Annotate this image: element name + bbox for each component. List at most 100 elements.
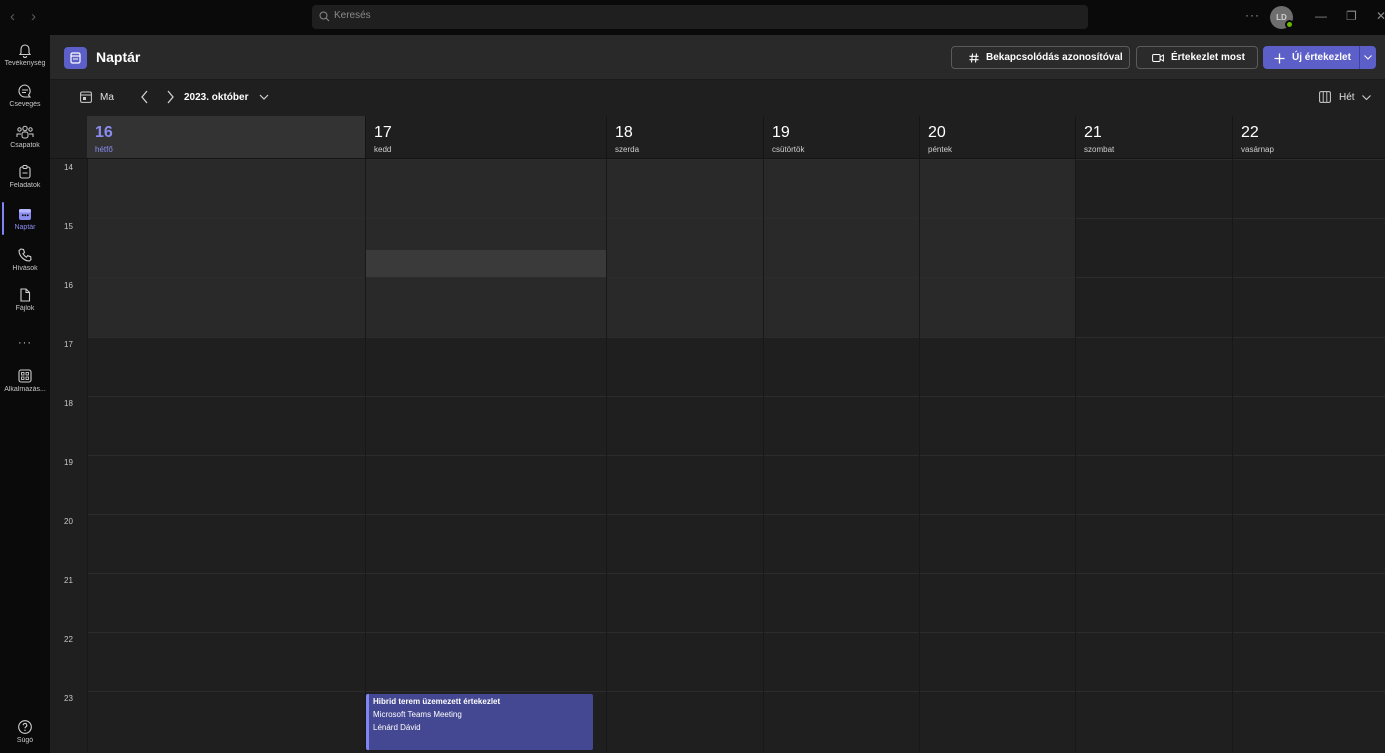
rail-item-label: Feladatok — [9, 182, 41, 189]
help-icon — [18, 720, 32, 734]
apps-icon — [18, 369, 32, 383]
month-label[interactable]: 2023. október — [184, 92, 248, 103]
hour-label: 16 — [64, 281, 73, 290]
restore-icon[interactable]: ❐ — [1346, 9, 1357, 23]
day-number: 22 — [1241, 124, 1259, 141]
day-name: vasárnap — [1241, 145, 1274, 154]
working-hours-block — [87, 159, 1076, 337]
day-name: szombat — [1084, 145, 1115, 154]
meet-now-button[interactable]: Értekezlet most — [1136, 46, 1258, 69]
rail-item-chat[interactable]: Csevegés — [0, 83, 50, 123]
meet-now-label: Értekezlet most — [1171, 52, 1245, 63]
day-header-friday[interactable]: 20 péntek — [920, 116, 1076, 159]
day-header-tuesday[interactable]: 17 kedd — [366, 116, 607, 159]
hour-label: 17 — [64, 340, 73, 349]
plus-icon — [1274, 53, 1285, 64]
minimize-icon[interactable]: — — [1315, 9, 1327, 23]
more-options-icon[interactable]: ··· — [1245, 8, 1260, 22]
week-view-icon — [1319, 91, 1331, 103]
back-icon[interactable]: ‹ — [10, 9, 15, 25]
week-grid: 16 hétfő 17 kedd 18 szerda 19 csütörtök … — [50, 116, 1385, 753]
day-header-sunday[interactable]: 22 vasárnap — [1233, 116, 1385, 159]
hour-line — [87, 337, 1385, 338]
day-name: péntek — [928, 145, 953, 154]
day-header-monday[interactable]: 16 hétfő — [87, 116, 366, 159]
time-gutter-header — [50, 116, 87, 159]
column-line — [919, 159, 920, 753]
event-location: Microsoft Teams Meeting — [373, 710, 462, 719]
day-header-wednesday[interactable]: 18 szerda — [607, 116, 764, 159]
new-meeting-label: Új értekezlet — [1292, 52, 1351, 63]
rail-item-calls[interactable]: Hívások — [0, 247, 50, 287]
column-line — [87, 159, 88, 753]
hour-label: 22 — [64, 635, 73, 644]
hour-label: 20 — [64, 517, 73, 526]
new-meeting-button[interactable]: Új értekezlet — [1263, 46, 1360, 69]
calendar-header: Naptár Bekapcsolódás azonosítóval Érteke… — [50, 35, 1385, 80]
app-rail: Tevékenység Csevegés Csapatok Feladatok … — [0, 35, 50, 753]
rail-item-label: Tevékenység — [4, 60, 46, 67]
day-header-thursday[interactable]: 19 csütörtök — [764, 116, 920, 159]
day-name: szerda — [615, 145, 640, 154]
hour-line — [87, 514, 1385, 515]
hour-label: 21 — [64, 576, 73, 585]
rail-item-teams[interactable]: Csapatok — [0, 124, 50, 164]
day-number: 19 — [772, 124, 790, 141]
hour-label: 18 — [64, 399, 73, 408]
hour-line — [87, 218, 1385, 219]
file-icon — [20, 288, 31, 302]
calendar-toolbar: Ma 2023. október Hét — [50, 80, 1385, 116]
join-with-id-button[interactable]: Bekapcsolódás azonosítóval — [951, 46, 1130, 69]
calendar-app-icon — [64, 47, 87, 69]
rail-item-label: Csapatok — [10, 142, 40, 149]
close-icon[interactable]: ✕ — [1376, 9, 1385, 23]
rail-item-label: Naptár — [14, 224, 36, 231]
teams-window: ‹ › Keresés ··· LD — ❐ ✕ Tevékenység Cse… — [0, 0, 1385, 753]
hour-line — [87, 632, 1385, 633]
rail-item-activity[interactable]: Tevékenység — [0, 42, 50, 82]
forward-icon[interactable]: › — [31, 9, 36, 25]
column-line — [1232, 159, 1233, 753]
column-line — [1075, 159, 1076, 753]
page-title: Naptár — [96, 49, 141, 65]
rail-item-calendar[interactable]: Naptár — [0, 206, 50, 246]
time-grid[interactable]: 14 15 16 17 18 19 20 21 22 23 Hibrid ter… — [50, 159, 1385, 753]
video-icon — [1152, 54, 1164, 62]
search-input[interactable]: Keresés — [312, 5, 1088, 29]
join-with-id-label: Bekapcsolódás azonosítóval — [986, 52, 1123, 63]
new-meeting-dropdown[interactable] — [1359, 46, 1376, 69]
rail-item-apps[interactable]: Alkalmazás... — [0, 368, 50, 408]
rail-item-tasks[interactable]: Feladatok — [0, 164, 50, 204]
presence-available-icon — [1285, 20, 1294, 29]
more-label: ··· — [18, 337, 32, 349]
more-apps-icon[interactable]: ··· — [0, 333, 50, 349]
hour-line — [87, 159, 1385, 160]
view-label: Hét — [1339, 92, 1355, 103]
hover-slot[interactable] — [366, 250, 607, 278]
day-header-saturday[interactable]: 21 szombat — [1076, 116, 1233, 159]
chevron-down-icon — [1364, 55, 1372, 60]
search-placeholder: Keresés — [334, 10, 371, 21]
hour-line — [87, 455, 1385, 456]
day-number: 21 — [1084, 124, 1102, 141]
hour-label: 19 — [64, 458, 73, 467]
rail-item-label: Alkalmazás... — [4, 386, 46, 393]
event-title: Hibrid terem üzemezett értekezlet — [373, 697, 501, 706]
column-line — [365, 159, 366, 753]
tasks-icon — [19, 165, 31, 179]
calendar-today-icon — [80, 91, 92, 103]
day-number: 16 — [95, 124, 113, 141]
help-button[interactable]: Súgó — [0, 719, 50, 753]
chevron-down-icon[interactable] — [259, 94, 269, 101]
title-bar: ‹ › Keresés ··· LD — ❐ ✕ — [0, 0, 1385, 35]
calendar-icon — [19, 209, 31, 220]
calendar-event[interactable]: Hibrid terem üzemezett értekezlet Micros… — [366, 694, 593, 750]
today-label: Ma — [100, 92, 114, 103]
bell-icon — [18, 44, 32, 58]
prev-week-icon[interactable] — [140, 90, 149, 104]
phone-icon — [18, 248, 32, 262]
next-week-icon[interactable] — [166, 90, 175, 104]
hour-label: 14 — [64, 163, 73, 172]
rail-item-files[interactable]: Fájlok — [0, 287, 50, 327]
column-line — [763, 159, 764, 753]
